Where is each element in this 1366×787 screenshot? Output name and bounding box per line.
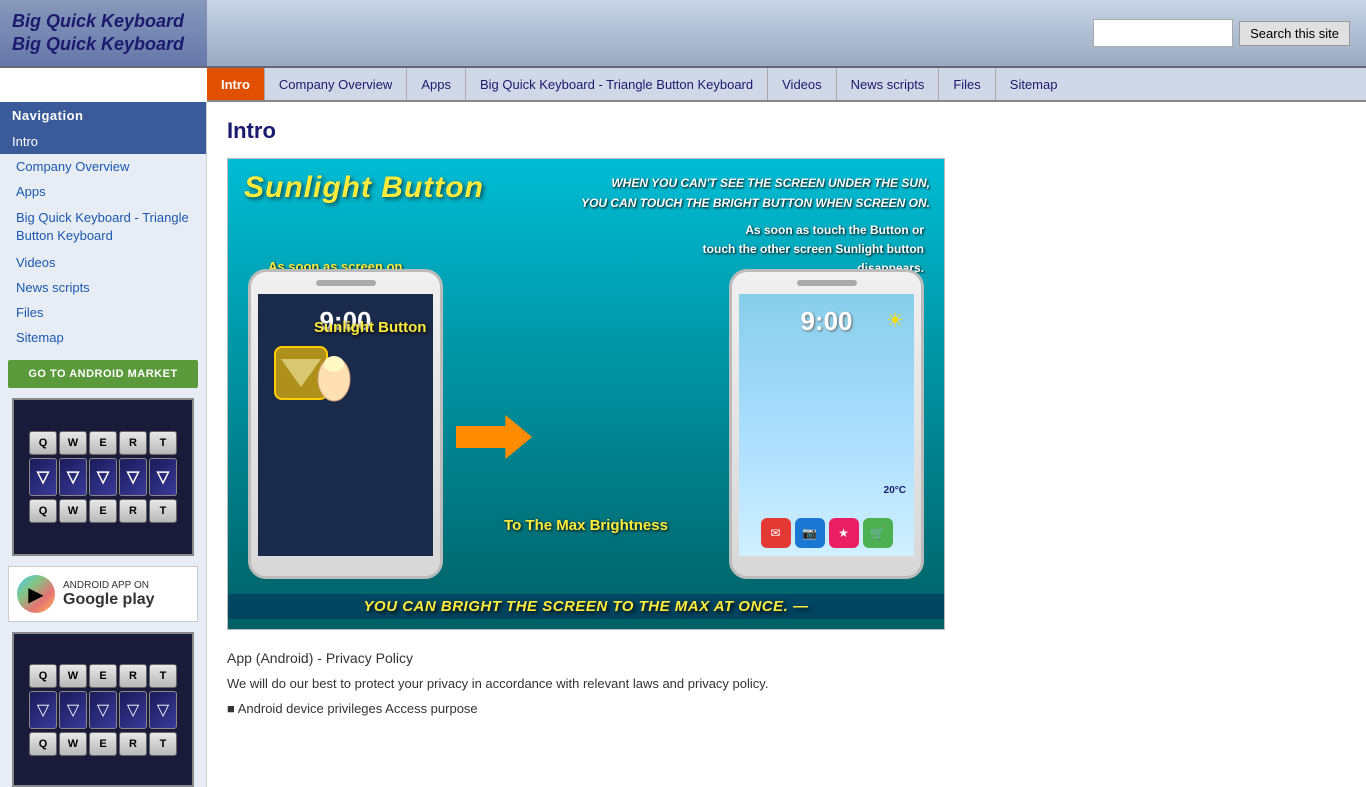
nav-item-files[interactable]: Files	[939, 68, 995, 100]
sidebar-link-files[interactable]: Files	[0, 300, 206, 325]
search-input[interactable]	[1093, 19, 1233, 47]
nav-item-big-quick[interactable]: Big Quick Keyboard - Triangle Button Key…	[466, 68, 768, 100]
android-market-button[interactable]: GO TO ANDROID MARKET	[8, 360, 198, 388]
nav-item-sitemap[interactable]: Sitemap	[996, 68, 1072, 100]
sunlight-title: Sunlight Button	[244, 171, 484, 205]
privacy-section: App (Android) - Privacy Policy We will d…	[227, 650, 1346, 716]
phone-right: 9:00 ☀ 20°C ✉ 📷 ★ 🛒	[729, 269, 924, 579]
privacy-body: We will do our best to protect your priv…	[227, 674, 1346, 695]
sidebar-link-sitemap[interactable]: Sitemap	[0, 325, 206, 350]
google-play-pre-label: ANDROID APP ON	[63, 580, 155, 591]
sunlight-btn-label: Sunlight Button	[314, 319, 426, 336]
hero-bottom-text: YOU CAN BRIGHT THE SCREEN TO THE MAX AT …	[228, 594, 944, 619]
app-image-1: Q W E R T ▽ ▽ ▽ ▽ ▽ Q W E	[12, 398, 194, 556]
arrow-right-icon	[456, 415, 532, 459]
search-area: Search this site	[1093, 19, 1350, 47]
google-play-box[interactable]: ▶ ANDROID APP ON Google play	[8, 566, 198, 622]
site-title: Big Quick Keyboard Big Quick Keyboard	[12, 10, 195, 57]
hero-top-caption: WHEN YOU CAN'T SEE THE SCREEN UNDER THE …	[581, 173, 930, 214]
navbar: Intro Company Overview Apps Big Quick Ke…	[207, 68, 1366, 102]
sidebar-link-big-quick[interactable]: Big Quick Keyboard - Triangle Button Key…	[0, 204, 206, 250]
finger-pointer-icon	[314, 354, 374, 404]
sidebar-intro-link[interactable]: Intro	[0, 129, 206, 154]
sidebar-nav-header: Navigation	[0, 102, 206, 129]
app-image-2: Q W E R T ▽ ▽ ▽ ▽ ▽ Q W E R	[12, 632, 194, 787]
privacy-title: App (Android) - Privacy Policy	[227, 650, 1346, 666]
google-play-label: Google play	[63, 591, 155, 609]
max-brightness-label: To The Max Brightness	[453, 517, 719, 534]
page-title: Intro	[227, 118, 1346, 144]
nav-item-apps[interactable]: Apps	[407, 68, 466, 100]
nav-item-company[interactable]: Company Overview	[265, 68, 407, 100]
nav-item-videos[interactable]: Videos	[768, 68, 837, 100]
hero-banner: Sunlight Button WHEN YOU CAN'T SEE THE S…	[227, 158, 945, 630]
google-play-icon: ▶	[17, 575, 55, 613]
sidebar-link-apps[interactable]: Apps	[0, 179, 206, 204]
sidebar-link-videos[interactable]: Videos	[0, 250, 206, 275]
sidebar: Navigation Intro Company Overview Apps B…	[0, 102, 207, 787]
nav-item-news[interactable]: News scripts	[837, 68, 940, 100]
android-access: ■ Android device privileges Access purpo…	[227, 701, 1346, 716]
nav-item-intro[interactable]: Intro	[207, 68, 265, 100]
main-content: Intro Sunlight Button WHEN YOU CAN'T SEE…	[207, 102, 1366, 787]
header-right: Search this site	[207, 0, 1366, 66]
phone-left: 9:00	[248, 269, 443, 579]
site-logo-area: Big Quick Keyboard Big Quick Keyboard	[0, 0, 207, 66]
sidebar-link-company[interactable]: Company Overview	[0, 154, 206, 179]
sidebar-link-news[interactable]: News scripts	[0, 275, 206, 300]
search-button[interactable]: Search this site	[1239, 21, 1350, 46]
